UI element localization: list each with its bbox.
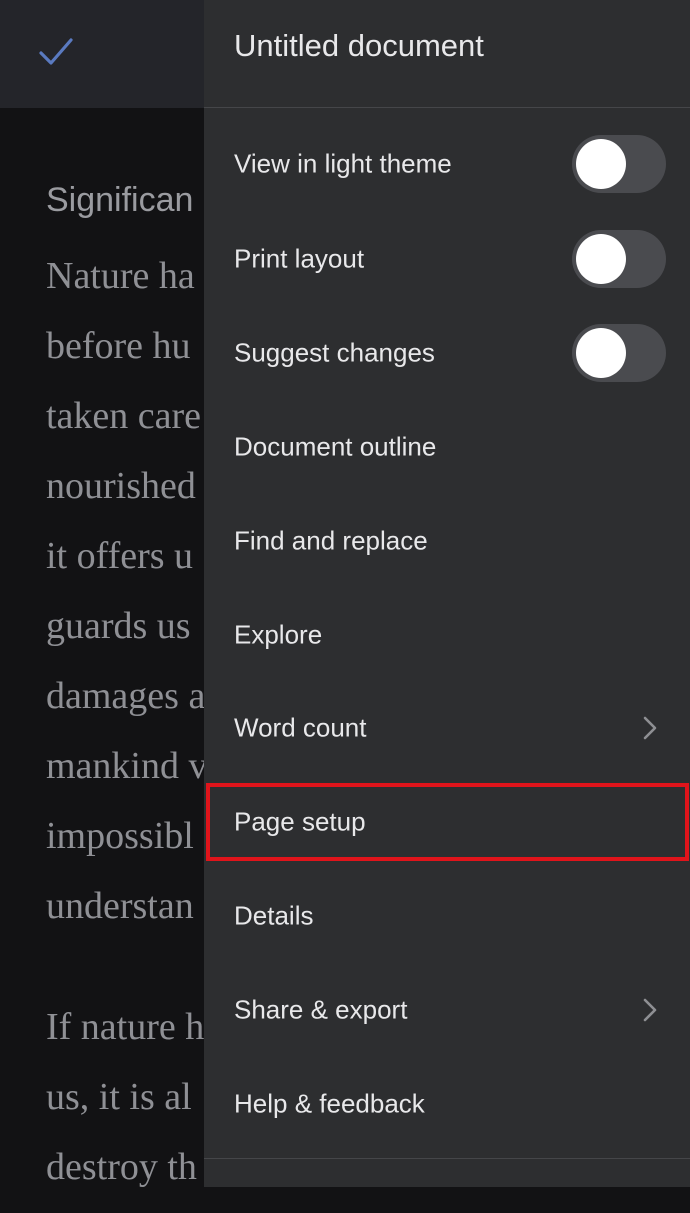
document-line: If nature h bbox=[46, 1006, 205, 1048]
divider bbox=[204, 1158, 690, 1159]
document-line: nourished bbox=[46, 465, 196, 507]
toggle-knob bbox=[576, 139, 626, 189]
document-line: it offers u bbox=[46, 535, 194, 577]
toggle-knob bbox=[576, 234, 626, 284]
document-heading: Significan bbox=[46, 181, 194, 219]
document-menu-panel: Untitled document View in light theme Pr… bbox=[204, 0, 690, 1187]
menu-item-label: Find and replace bbox=[234, 525, 428, 556]
document-line: impossibl bbox=[46, 815, 194, 857]
document-title: Untitled document bbox=[234, 28, 484, 63]
menu-item-print-layout[interactable]: Print layout bbox=[204, 212, 690, 306]
document-line: Nature ha bbox=[46, 255, 195, 297]
menu-header: Untitled document bbox=[204, 0, 690, 108]
menu-item-word-count[interactable]: Word count bbox=[204, 681, 690, 775]
print-layout-toggle[interactable] bbox=[572, 230, 666, 288]
chevron-right-icon bbox=[643, 716, 657, 740]
menu-item-suggest-changes[interactable]: Suggest changes bbox=[204, 306, 690, 400]
document-line: before hu bbox=[46, 325, 191, 367]
toggle-knob bbox=[576, 328, 626, 378]
menu-item-find-and-replace[interactable]: Find and replace bbox=[204, 494, 690, 588]
document-line: guards us bbox=[46, 605, 191, 647]
document-line: understan bbox=[46, 885, 194, 927]
document-line: us, it is al bbox=[46, 1076, 192, 1118]
menu-item-explore[interactable]: Explore bbox=[204, 588, 690, 682]
document-line: mankind v bbox=[46, 745, 208, 787]
menu-item-help-and-feedback[interactable]: Help & feedback bbox=[204, 1057, 690, 1151]
menu-item-document-outline[interactable]: Document outline bbox=[204, 400, 690, 494]
menu-item-label: View in light theme bbox=[234, 148, 452, 179]
chevron-right-icon bbox=[643, 998, 657, 1022]
light-theme-toggle[interactable] bbox=[572, 135, 666, 193]
menu-item-view-in-light-theme[interactable]: View in light theme bbox=[204, 117, 690, 211]
document-text: Nature ha before hu taken care nourished… bbox=[46, 252, 207, 1213]
menu-item-label: Explore bbox=[234, 619, 323, 650]
menu-item-share-and-export[interactable]: Share & export bbox=[204, 963, 690, 1057]
menu-item-label: Share & export bbox=[234, 994, 408, 1025]
menu-item-label: Print layout bbox=[234, 243, 365, 274]
document-line: destroy th bbox=[46, 1146, 197, 1188]
menu-item-details[interactable]: Details bbox=[204, 869, 690, 963]
document-line: taken care bbox=[46, 395, 202, 437]
menu-item-label: Document outline bbox=[234, 431, 437, 462]
menu-item-label: Suggest changes bbox=[234, 337, 435, 368]
suggest-changes-toggle[interactable] bbox=[572, 324, 666, 382]
menu-item-label: Details bbox=[234, 900, 314, 931]
menu-item-label: Word count bbox=[234, 712, 367, 743]
menu-item-label: Help & feedback bbox=[234, 1088, 425, 1119]
document-line: damages a bbox=[46, 675, 206, 717]
menu-item-label: Page setup bbox=[234, 806, 366, 837]
menu-item-page-setup[interactable]: Page setup bbox=[204, 775, 690, 869]
check-icon[interactable] bbox=[38, 36, 74, 68]
